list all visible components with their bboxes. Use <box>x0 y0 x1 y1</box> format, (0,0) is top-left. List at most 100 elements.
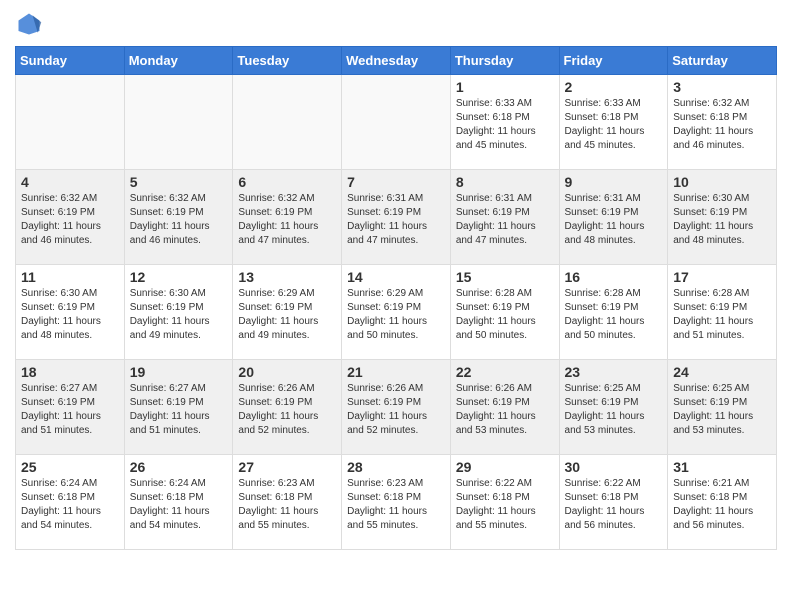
calendar-cell: 24 Sunrise: 6:25 AM Sunset: 6:19 PM Dayli… <box>668 360 777 455</box>
day-info: Sunrise: 6:22 AM Sunset: 6:18 PM Dayligh… <box>456 477 554 533</box>
calendar-cell: 23 Sunrise: 6:25 AM Sunset: 6:19 PM Dayli… <box>559 360 668 455</box>
day-number: 13 <box>238 269 336 285</box>
day-number: 18 <box>21 364 119 380</box>
day-info: Sunrise: 6:27 AM Sunset: 6:19 PM Dayligh… <box>130 382 228 438</box>
day-info: Sunrise: 6:32 AM Sunset: 6:19 PM Dayligh… <box>130 192 228 248</box>
calendar-cell: 29 Sunrise: 6:22 AM Sunset: 6:18 PM Dayli… <box>450 455 559 550</box>
calendar-cell: 9 Sunrise: 6:31 AM Sunset: 6:19 PM Daylig… <box>559 170 668 265</box>
day-info: Sunrise: 6:32 AM Sunset: 6:18 PM Dayligh… <box>673 97 771 153</box>
day-number: 26 <box>130 459 228 475</box>
calendar-cell: 30 Sunrise: 6:22 AM Sunset: 6:18 PM Dayli… <box>559 455 668 550</box>
calendar-cell: 20Sunrise: 6:26 AM Sunset: 6:19 PM Dayli… <box>233 360 342 455</box>
page: SundayMondayTuesdayWednesdayThursdayFrid… <box>0 0 792 612</box>
weekday-header-row: SundayMondayTuesdayWednesdayThursdayFrid… <box>16 47 777 75</box>
day-number: 6 <box>238 174 336 190</box>
day-number: 1 <box>456 79 554 95</box>
day-number: 5 <box>130 174 228 190</box>
calendar-cell: 1 Sunrise: 6:33 AM Sunset: 6:18 PM Daylig… <box>450 75 559 170</box>
day-info: Sunrise: 6:30 AM Sunset: 6:19 PM Dayligh… <box>130 287 228 343</box>
calendar-cell: 18Sunrise: 6:27 AM Sunset: 6:19 PM Dayli… <box>16 360 125 455</box>
calendar-cell: 31 Sunrise: 6:21 AM Sunset: 6:18 PM Dayli… <box>668 455 777 550</box>
week-row-2: 4Sunrise: 6:32 AM Sunset: 6:19 PM Daylig… <box>16 170 777 265</box>
day-number: 30 <box>565 459 663 475</box>
day-number: 24 <box>673 364 771 380</box>
day-info: Sunrise: 6:22 AM Sunset: 6:18 PM Dayligh… <box>565 477 663 533</box>
calendar-cell <box>342 75 451 170</box>
day-info: Sunrise: 6:29 AM Sunset: 6:19 PM Dayligh… <box>347 287 445 343</box>
day-number: 22 <box>456 364 554 380</box>
week-row-1: 1 Sunrise: 6:33 AM Sunset: 6:18 PM Daylig… <box>16 75 777 170</box>
day-number: 31 <box>673 459 771 475</box>
logo-icon <box>15 10 43 38</box>
calendar-cell: 7 Sunrise: 6:31 AM Sunset: 6:19 PM Daylig… <box>342 170 451 265</box>
calendar-cell: 17 Sunrise: 6:28 AM Sunset: 6:19 PM Dayli… <box>668 265 777 360</box>
day-info: Sunrise: 6:32 AM Sunset: 6:19 PM Dayligh… <box>21 192 119 248</box>
calendar-cell <box>124 75 233 170</box>
day-info: Sunrise: 6:32 AM Sunset: 6:19 PM Dayligh… <box>238 192 336 248</box>
day-info: Sunrise: 6:33 AM Sunset: 6:18 PM Dayligh… <box>456 97 554 153</box>
calendar-cell: 4Sunrise: 6:32 AM Sunset: 6:19 PM Daylig… <box>16 170 125 265</box>
day-info: Sunrise: 6:24 AM Sunset: 6:18 PM Dayligh… <box>21 477 119 533</box>
day-number: 8 <box>456 174 554 190</box>
day-info: Sunrise: 6:26 AM Sunset: 6:19 PM Dayligh… <box>347 382 445 438</box>
week-row-3: 11Sunrise: 6:30 AM Sunset: 6:19 PM Dayli… <box>16 265 777 360</box>
day-info: Sunrise: 6:33 AM Sunset: 6:18 PM Dayligh… <box>565 97 663 153</box>
day-info: Sunrise: 6:28 AM Sunset: 6:19 PM Dayligh… <box>456 287 554 343</box>
day-info: Sunrise: 6:31 AM Sunset: 6:19 PM Dayligh… <box>347 192 445 248</box>
calendar-cell: 11Sunrise: 6:30 AM Sunset: 6:19 PM Dayli… <box>16 265 125 360</box>
weekday-monday: Monday <box>124 47 233 75</box>
day-info: Sunrise: 6:30 AM Sunset: 6:19 PM Dayligh… <box>673 192 771 248</box>
calendar-cell: 26Sunrise: 6:24 AM Sunset: 6:18 PM Dayli… <box>124 455 233 550</box>
day-info: Sunrise: 6:25 AM Sunset: 6:19 PM Dayligh… <box>565 382 663 438</box>
calendar-cell: 3Sunrise: 6:32 AM Sunset: 6:18 PM Daylig… <box>668 75 777 170</box>
day-number: 20 <box>238 364 336 380</box>
calendar-cell <box>233 75 342 170</box>
calendar-cell: 2 Sunrise: 6:33 AM Sunset: 6:18 PM Daylig… <box>559 75 668 170</box>
calendar-cell <box>16 75 125 170</box>
header <box>15 10 777 38</box>
calendar-cell: 5 Sunrise: 6:32 AM Sunset: 6:19 PM Daylig… <box>124 170 233 265</box>
day-info: Sunrise: 6:25 AM Sunset: 6:19 PM Dayligh… <box>673 382 771 438</box>
calendar-cell: 6 Sunrise: 6:32 AM Sunset: 6:19 PM Daylig… <box>233 170 342 265</box>
day-info: Sunrise: 6:26 AM Sunset: 6:19 PM Dayligh… <box>456 382 554 438</box>
day-info: Sunrise: 6:28 AM Sunset: 6:19 PM Dayligh… <box>565 287 663 343</box>
day-info: Sunrise: 6:30 AM Sunset: 6:19 PM Dayligh… <box>21 287 119 343</box>
calendar-cell: 14 Sunrise: 6:29 AM Sunset: 6:19 PM Dayli… <box>342 265 451 360</box>
day-number: 12 <box>130 269 228 285</box>
calendar-cell: 22 Sunrise: 6:26 AM Sunset: 6:19 PM Dayli… <box>450 360 559 455</box>
day-info: Sunrise: 6:31 AM Sunset: 6:19 PM Dayligh… <box>565 192 663 248</box>
day-number: 29 <box>456 459 554 475</box>
day-number: 7 <box>347 174 445 190</box>
calendar-cell: 15 Sunrise: 6:28 AM Sunset: 6:19 PM Dayli… <box>450 265 559 360</box>
calendar-table: SundayMondayTuesdayWednesdayThursdayFrid… <box>15 46 777 550</box>
day-number: 14 <box>347 269 445 285</box>
day-info: Sunrise: 6:23 AM Sunset: 6:18 PM Dayligh… <box>238 477 336 533</box>
week-row-4: 18 Sunrise: 6:27 AM Sunset: 6:19 PM Dayli… <box>16 360 777 455</box>
logo <box>15 10 47 38</box>
calendar-cell: 19 Sunrise: 6:27 AM Sunset: 6:19 PM Dayli… <box>124 360 233 455</box>
day-number: 15 <box>456 269 554 285</box>
day-info: Sunrise: 6:31 AM Sunset: 6:19 PM Dayligh… <box>456 192 554 248</box>
day-number: 21 <box>347 364 445 380</box>
day-number: 17 <box>673 269 771 285</box>
weekday-friday: Friday <box>559 47 668 75</box>
calendar-cell: 25Sunrise: 6:24 AM Sunset: 6:18 PM Dayli… <box>16 455 125 550</box>
day-number: 2 <box>565 79 663 95</box>
day-number: 23 <box>565 364 663 380</box>
day-number: 16 <box>565 269 663 285</box>
weekday-thursday: Thursday <box>450 47 559 75</box>
week-row-5: 25Sunrise: 6:24 AM Sunset: 6:18 PM Dayli… <box>16 455 777 550</box>
weekday-tuesday: Tuesday <box>233 47 342 75</box>
day-info: Sunrise: 6:23 AM Sunset: 6:18 PM Dayligh… <box>347 477 445 533</box>
calendar-cell: 8 Sunrise: 6:31 AM Sunset: 6:19 PM Daylig… <box>450 170 559 265</box>
calendar-cell: 12 Sunrise: 6:30 AM Sunset: 6:19 PM Dayli… <box>124 265 233 360</box>
day-number: 19 <box>130 364 228 380</box>
day-number: 27 <box>238 459 336 475</box>
calendar-cell: 27 Sunrise: 6:23 AM Sunset: 6:18 PM Dayli… <box>233 455 342 550</box>
calendar-cell: 16 Sunrise: 6:28 AM Sunset: 6:19 PM Dayli… <box>559 265 668 360</box>
day-info: Sunrise: 6:21 AM Sunset: 6:18 PM Dayligh… <box>673 477 771 533</box>
day-number: 9 <box>565 174 663 190</box>
day-info: Sunrise: 6:28 AM Sunset: 6:19 PM Dayligh… <box>673 287 771 343</box>
day-number: 28 <box>347 459 445 475</box>
weekday-sunday: Sunday <box>16 47 125 75</box>
